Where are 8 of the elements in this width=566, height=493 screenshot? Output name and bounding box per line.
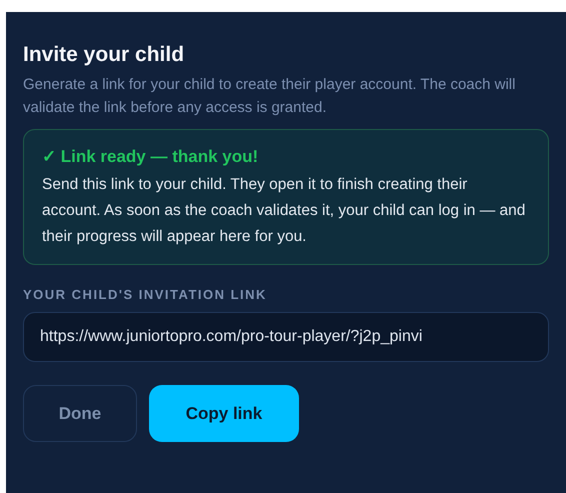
done-button[interactable]: Done <box>23 385 137 442</box>
notice-title: ✓ Link ready — thank you! <box>42 146 260 168</box>
field-label: YOUR CHILD'S INVITATION LINK <box>23 287 268 302</box>
dialog-subtitle: Generate a link for your child to create their player account. The coach will validate the link before any access is granted. <box>23 75 516 118</box>
dialog-title: Invite your child <box>23 42 186 68</box>
link-field[interactable]: https://www.juniortopro.com/pro-tour-player/?j2p_pinvi <box>23 312 549 362</box>
notice-text: Send this link to your child. They open it to finish creating their account. As soon as the coach validates it, your child can log in — and their progress will appear here for you. <box>42 175 526 247</box>
copy-link-button[interactable]: Copy link <box>149 385 299 442</box>
